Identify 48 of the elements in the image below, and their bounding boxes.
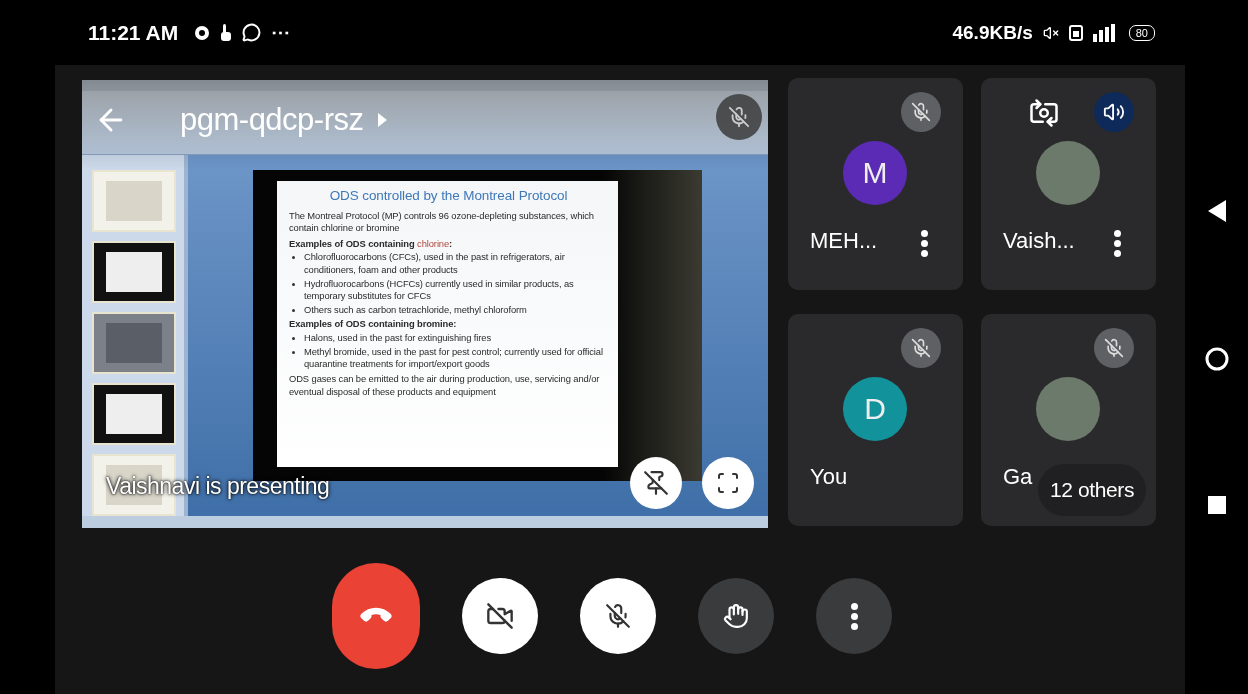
slide-thumbnail[interactable]: [92, 383, 176, 446]
slide-bullet: Halons, used in the past for extinguishing fires: [304, 331, 491, 344]
participant-name: Ga: [1003, 464, 1033, 490]
slide-thumbnail[interactable]: [92, 241, 176, 304]
participant-name: MEH...: [810, 228, 878, 254]
switch-camera-icon[interactable]: [1029, 98, 1059, 128]
mic-off-icon: [605, 603, 631, 629]
slide-bullet: Hydrofluorocarbons (HCFCs) currently used in similar products, as temporary substitutes for CFCs: [304, 277, 575, 303]
browser-icon: [194, 24, 211, 41]
hand-icon: [723, 603, 749, 629]
network-speed: 46.9KB/s: [952, 21, 1033, 44]
battery-level: 80: [1128, 24, 1155, 41]
finger-icon: [220, 23, 233, 42]
slide-bullet: Others such as carbon tetrachloride, methyl chloroform: [304, 304, 527, 317]
unpin-icon: [643, 470, 669, 496]
slide-title: ODS controlled by the Montreal Protocol: [328, 187, 569, 205]
fullscreen-icon: [716, 471, 740, 495]
slide-text: ODS gases can be emitted to the air during production, use, servicing and/or eventual disposal of these products and equipment: [289, 373, 601, 398]
slide-bullet: Methyl bromide, used in the past for pest control; currently used for official quarantine treatments for import/export goods: [304, 345, 604, 371]
more-icon[interactable]: [921, 230, 928, 257]
slide-bullet: Chlorofluorocarbons (CFCs), used in the past in refrigerators, air conditioners, foam and other products: [304, 251, 566, 276]
bullet-dot: [292, 256, 295, 260]
slide-heading: Examples of ODS containing bromine:: [289, 318, 458, 331]
avatar: D: [843, 377, 907, 441]
slide-heading: Examples of ODS containing chlorine:: [289, 238, 454, 251]
more-icon[interactable]: [1114, 230, 1121, 257]
sim-icon: [1068, 24, 1083, 41]
bullet-dot: [292, 309, 295, 313]
slide-thumbnail[interactable]: [92, 170, 176, 233]
slide-thumbnail[interactable]: [92, 312, 176, 375]
recents-icon[interactable]: [1207, 496, 1226, 514]
clock-time: 11:21 AM: [88, 20, 179, 45]
bullet-dot: [292, 350, 295, 354]
participant-name: You: [810, 464, 848, 490]
others-count[interactable]: 12 others: [1038, 464, 1146, 516]
camera-off-icon: [486, 602, 514, 630]
back-icon[interactable]: [1207, 200, 1226, 222]
bullet-dot: [292, 282, 295, 286]
bullet-dot: [292, 336, 295, 340]
caret-icon: [377, 113, 387, 127]
chat-icon: [242, 23, 262, 42]
mute-icon: [1042, 24, 1059, 41]
home-icon[interactable]: [1204, 347, 1229, 371]
avatar: M: [843, 141, 907, 205]
slide-text: The Montreal Protocol (MP) controls 96 ozone-depleting substances, which contain chlorine or bromine: [289, 209, 595, 235]
participant-name: Vaish...: [1003, 228, 1075, 254]
more-icon: [850, 602, 858, 630]
more-notifications: ⋯: [271, 21, 291, 44]
